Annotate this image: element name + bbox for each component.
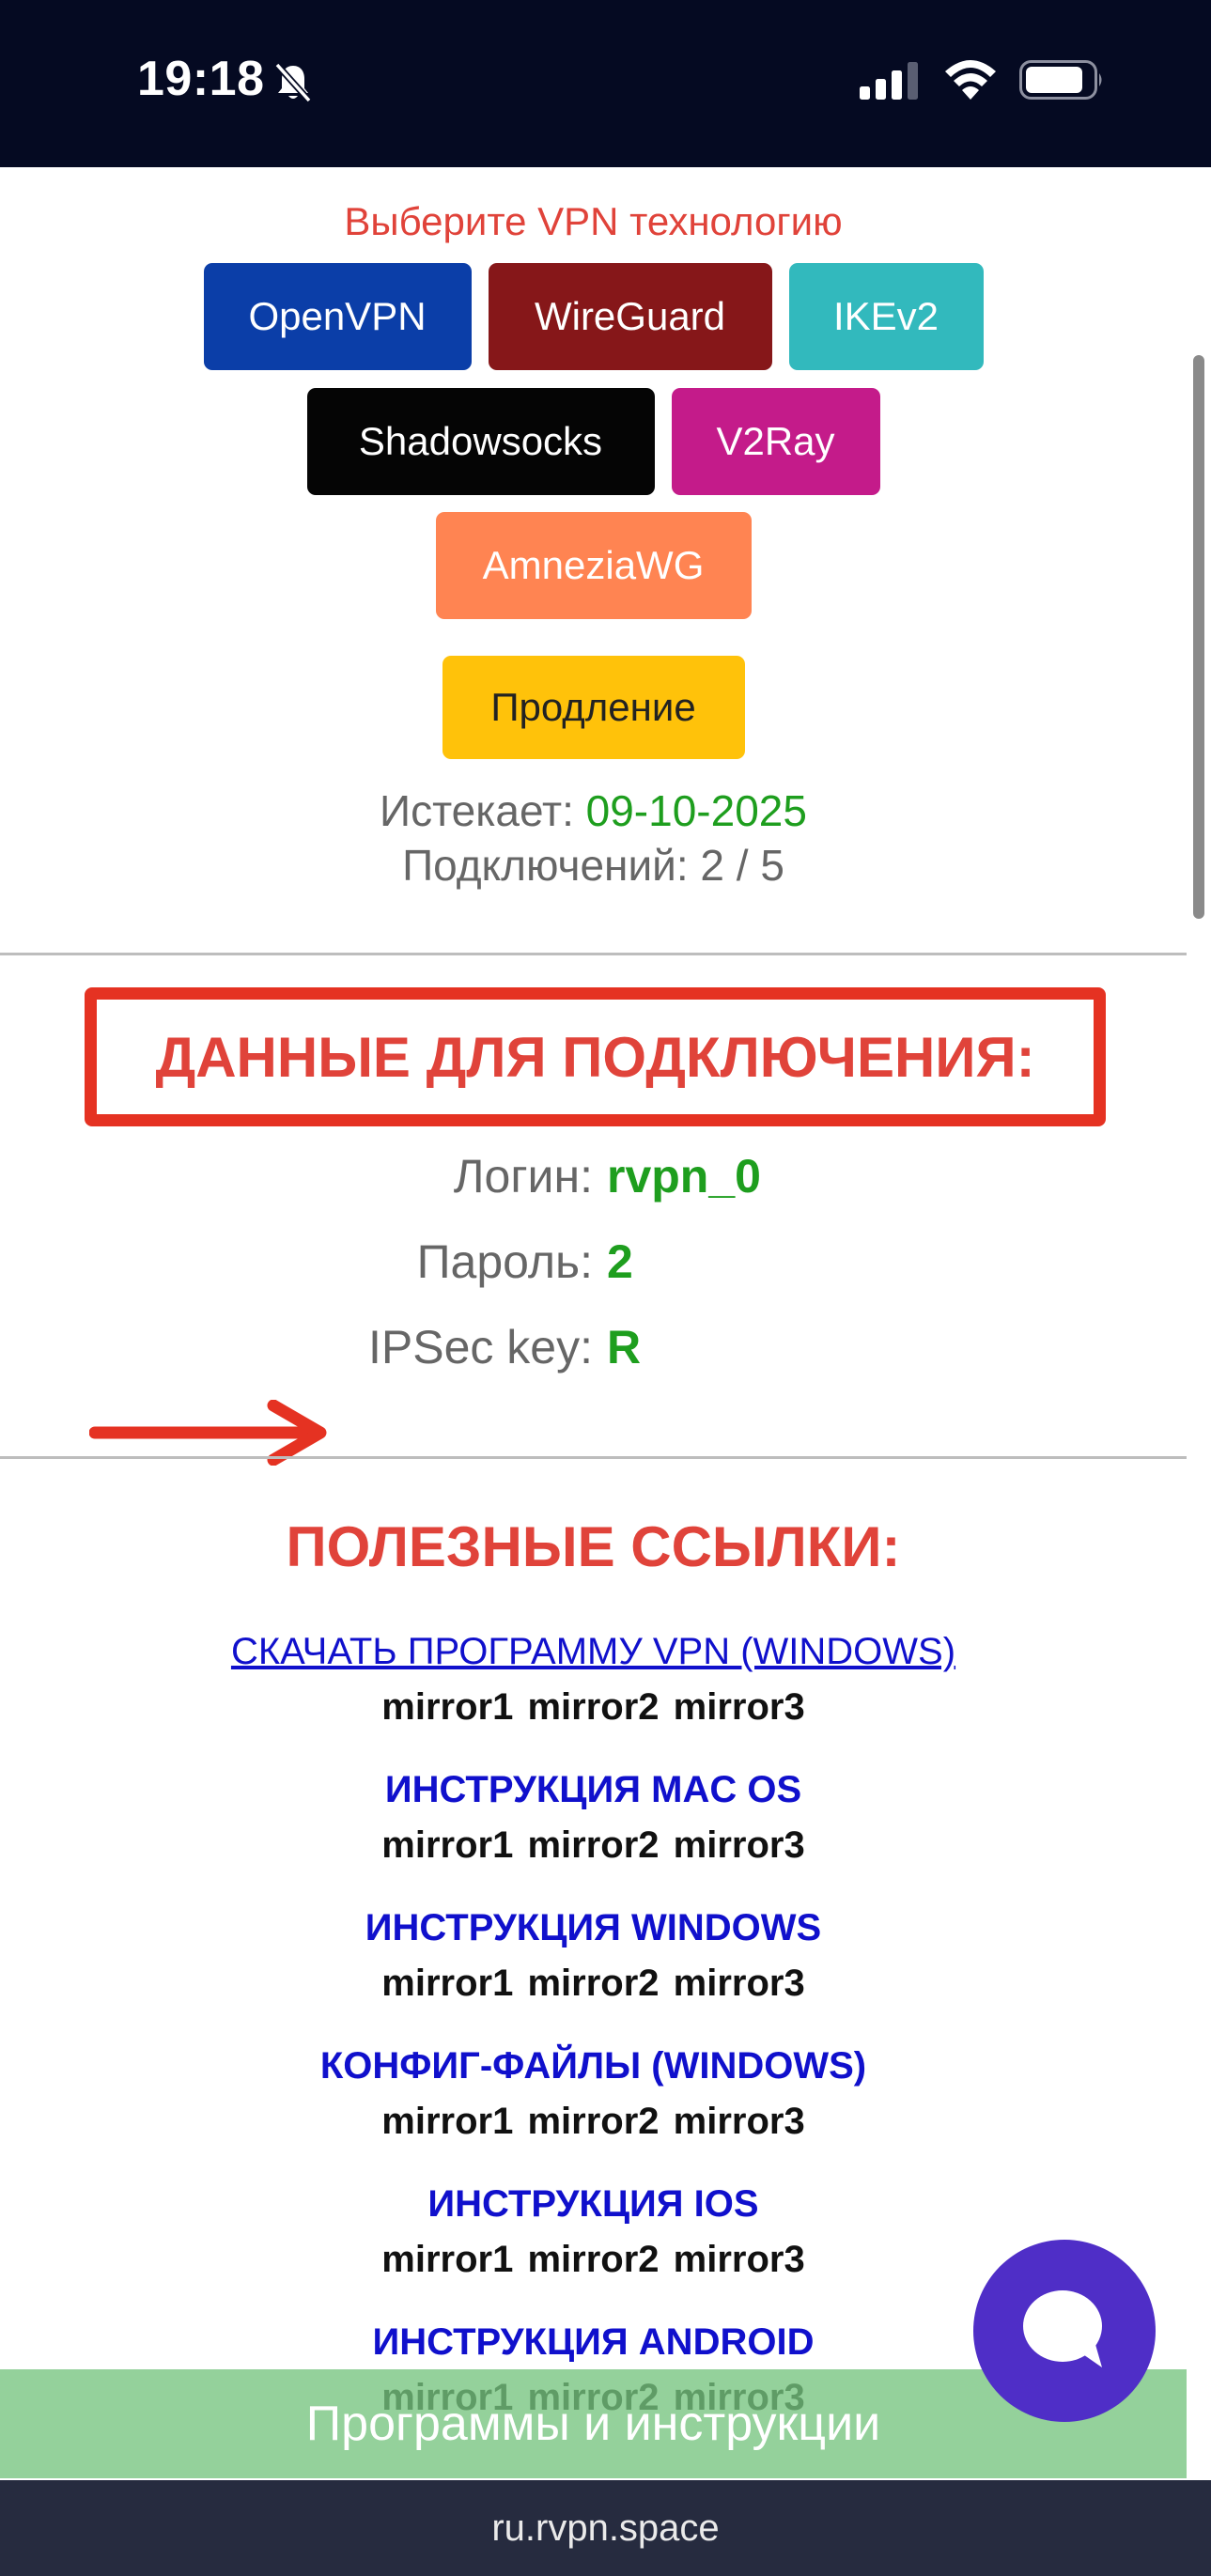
status-bar: 19:18 — [0, 0, 1211, 167]
mirror2-link[interactable]: mirror2 — [527, 1824, 659, 1866]
connections-line: Подключений: 2 / 5 — [0, 840, 1187, 891]
wifi-icon — [945, 60, 996, 100]
expires-line: Истекает: 09-10-2025 — [0, 785, 1187, 836]
download-vpn-windows-link[interactable]: СКАЧАТЬ ПРОГРАММУ VPN (WINDOWS) — [231, 1631, 955, 1673]
mirror1-link[interactable]: mirror1 — [381, 2101, 513, 2142]
link-item: КОНФИГ-ФАЙЛЫ (WINDOWS) mirror1 mirror2 m… — [0, 2045, 1187, 2143]
link-item: ИНСТРУКЦИЯ MAC OS mirror1 mirror2 mirror… — [0, 1769, 1187, 1867]
login-value: rvpn_0 — [607, 1150, 761, 1203]
mirror3-link[interactable]: mirror3 — [674, 1963, 805, 2004]
v2ray-button[interactable]: V2Ray — [671, 388, 880, 495]
login-label: Логин: — [453, 1150, 593, 1203]
vpn-buttons-row-1: OpenVPN WireGuard IKEv2 — [0, 263, 1187, 370]
mirror1-link[interactable]: mirror1 — [381, 1824, 513, 1866]
ios-instructions-link[interactable]: ИНСТРУКЦИЯ IOS — [427, 2183, 758, 2226]
mirror3-link[interactable]: mirror3 — [674, 1824, 805, 1866]
mirror3-link[interactable]: mirror3 — [674, 1686, 805, 1728]
signal-icon — [860, 62, 918, 100]
browser-address-bar[interactable]: ru.rvpn.space — [0, 2480, 1211, 2576]
wireguard-button[interactable]: WireGuard — [488, 263, 772, 370]
amneziawg-button[interactable]: AmneziaWG — [435, 512, 752, 619]
expires-value: 09-10-2025 — [585, 786, 807, 835]
connection-data-box: ДАННЫЕ ДЛЯ ПОДКЛЮЧЕНИЯ: — [85, 987, 1106, 1126]
mac-os-instructions-link[interactable]: ИНСТРУКЦИЯ MAC OS — [385, 1769, 801, 1811]
config-files-windows-link[interactable]: КОНФИГ-ФАЙЛЫ (WINDOWS) — [320, 2045, 866, 2087]
battery-icon — [1019, 60, 1102, 100]
bell-slash-icon — [274, 62, 312, 103]
divider — [0, 953, 1187, 955]
mirror2-link[interactable]: mirror2 — [527, 1963, 659, 2004]
windows-instructions-link[interactable]: ИНСТРУКЦИЯ WINDOWS — [365, 1907, 821, 1949]
chat-icon — [1023, 2290, 1102, 2367]
password-value: 2 — [607, 1235, 633, 1288]
link-item: СКАЧАТЬ ПРОГРАММУ VPN (WINDOWS) mirror1 … — [0, 1631, 1187, 1729]
mirror1-link[interactable]: mirror1 — [381, 1963, 513, 2004]
mirror-links: mirror1 mirror2 mirror3 — [0, 1824, 1187, 1867]
divider — [0, 1456, 1187, 1459]
connection-data-title: ДАННЫЕ ДЛЯ ПОДКЛЮЧЕНИЯ: — [155, 1025, 1035, 1089]
vpn-buttons-row-2: Shadowsocks V2Ray — [0, 388, 1187, 495]
useful-links-title: ПОЛЕЗНЫЕ ССЫЛКИ: — [286, 1515, 901, 1578]
scrollbar-thumb[interactable] — [1193, 355, 1204, 919]
mirror3-link[interactable]: mirror3 — [674, 2239, 805, 2280]
address-url: ru.rvpn.space — [491, 2506, 720, 2549]
banner-label: Программы и инструкции — [305, 2397, 881, 2451]
mirror3-link[interactable]: mirror3 — [674, 2101, 805, 2142]
shadowsocks-button[interactable]: Shadowsocks — [306, 388, 655, 495]
mirror-links: mirror1 mirror2 mirror3 — [0, 1963, 1187, 2005]
ipsec-label: IPSec key: — [368, 1321, 593, 1373]
vpn-technology-title: Выберите VPN технологию — [344, 199, 843, 243]
expires-label: Истекает: — [380, 786, 574, 835]
status-time: 19:18 — [137, 52, 265, 106]
password-label: Пароль: — [416, 1235, 593, 1288]
vpn-buttons-row-3: AmneziaWG — [0, 512, 1187, 619]
mirror2-link[interactable]: mirror2 — [527, 2239, 659, 2280]
mirror2-link[interactable]: mirror2 — [527, 2101, 659, 2142]
ipsec-value: R — [607, 1321, 642, 1373]
mirror1-link[interactable]: mirror1 — [381, 1686, 513, 1728]
openvpn-button[interactable]: OpenVPN — [203, 263, 472, 370]
android-instructions-link[interactable]: ИНСТРУКЦИЯ ANDROID — [373, 2321, 815, 2364]
web-page: Выберите VPN технологию OpenVPN WireGuar… — [0, 167, 1187, 2480]
renew-row: Продление — [0, 656, 1187, 759]
connections-label: Подключений: — [402, 841, 689, 890]
mirror1-link[interactable]: mirror1 — [381, 2239, 513, 2280]
connections-value: 2 / 5 — [700, 841, 784, 890]
renew-button[interactable]: Продление — [442, 656, 745, 759]
chat-widget-button[interactable] — [973, 2240, 1156, 2422]
mirror-links: mirror1 mirror2 mirror3 — [0, 1686, 1187, 1729]
mirror2-link[interactable]: mirror2 — [527, 1686, 659, 1728]
link-item: ИНСТРУКЦИЯ WINDOWS mirror1 mirror2 mirro… — [0, 1907, 1187, 2005]
ikev2-button[interactable]: IKEv2 — [788, 263, 984, 370]
mirror-links: mirror1 mirror2 mirror3 — [0, 2101, 1187, 2143]
